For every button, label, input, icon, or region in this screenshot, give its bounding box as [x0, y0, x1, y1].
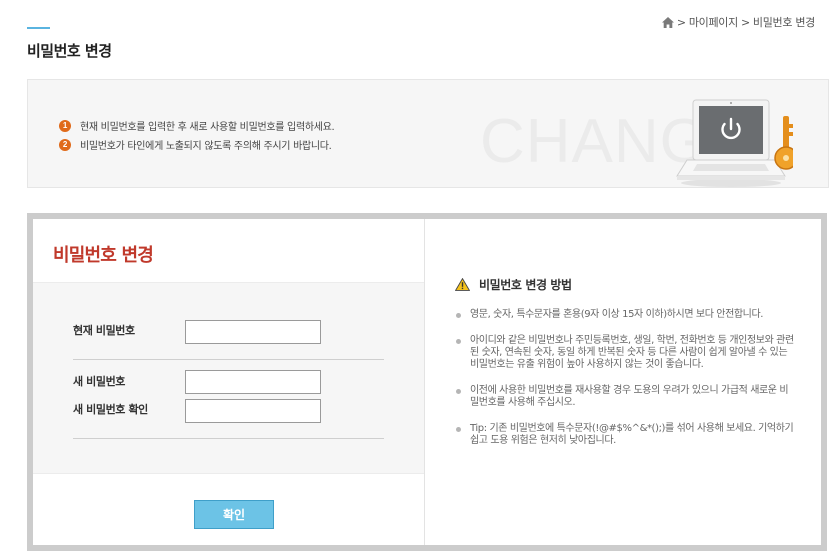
current-password-label: 현재 비밀번호 — [73, 324, 135, 337]
password-change-panel: 비밀번호 변경 현재 비밀번호 새 비밀번호 새 비밀번호 확인 확인 비밀번호… — [27, 213, 827, 551]
form-title: 비밀번호 변경 — [53, 245, 154, 266]
guide-item-text: Tip: 기존 비밀번호에 특수문자(!@#$%^&*();)를 섞어 사용해 … — [470, 423, 794, 446]
guide-item: 영문, 숫자, 특수문자를 혼용(9자 이상 15자 이하)하시면 보다 안전합… — [456, 309, 796, 321]
number-badge-icon: 1 — [59, 119, 71, 132]
guide-title: 비밀번호 변경 방법 — [455, 276, 572, 293]
laptop-lock-icon — [673, 94, 798, 193]
info-list: 1 현재 비밀번호를 입력한 후 새로 사용할 비밀번호를 입력하세요. 2 비… — [59, 116, 335, 154]
info-item: 2 비밀번호가 타인에게 노출되지 않도록 주의해 주시기 바랍니다. — [59, 135, 334, 154]
breadcrumb-item-current: 비밀번호 변경 — [752, 16, 815, 29]
guide-list: 영문, 숫자, 특수문자를 혼용(9자 이상 15자 이하)하시면 보다 안전합… — [456, 309, 796, 461]
password-guide: 비밀번호 변경 방법 영문, 숫자, 특수문자를 혼용(9자 이상 15자 이하… — [426, 219, 821, 545]
divider — [73, 359, 384, 360]
divider — [73, 438, 384, 439]
new-password-input[interactable] — [185, 370, 321, 394]
info-item: 1 현재 비밀번호를 입력한 후 새로 사용할 비밀번호를 입력하세요. — [59, 116, 335, 135]
breadcrumb: > 마이페이지 > 비밀번호 변경 — [661, 14, 815, 30]
bullet-icon — [456, 313, 461, 318]
breadcrumb-separator: > — [676, 15, 686, 29]
info-item-text: 비밀번호가 타인에게 노출되지 않도록 주의해 주시기 바랍니다. — [80, 141, 332, 152]
current-password-input[interactable] — [185, 320, 321, 344]
bullet-icon — [456, 427, 461, 432]
confirm-button[interactable]: 확인 — [194, 500, 274, 529]
title-accent-line — [27, 27, 50, 29]
home-icon[interactable] — [661, 16, 674, 28]
guide-item: 아이디와 같은 비밀번호나 주민등록번호, 생일, 학번, 전화번호 등 개인정… — [456, 335, 796, 371]
info-box: CHANGE 1 현재 비밀번호를 입력한 후 새로 사용할 비밀번호를 입력하… — [27, 79, 829, 188]
breadcrumb-item-mypage[interactable]: 마이페이지 — [689, 14, 738, 30]
bullet-icon — [456, 389, 461, 394]
form-header: 비밀번호 변경 — [33, 219, 424, 283]
guide-title-text: 비밀번호 변경 방법 — [479, 278, 572, 292]
warning-icon — [455, 278, 470, 291]
confirm-password-label: 새 비밀번호 확인 — [73, 403, 148, 416]
number-badge-icon: 2 — [59, 138, 71, 151]
bullet-icon — [456, 339, 461, 344]
confirm-password-input[interactable] — [185, 399, 321, 423]
guide-item-text: 이전에 사용한 비밀번호를 재사용할 경우 도용의 우려가 있으니 가급적 새로… — [470, 385, 789, 408]
info-item-text: 현재 비밀번호를 입력한 후 새로 사용할 비밀번호를 입력하세요. — [80, 122, 335, 133]
guide-item-text: 영문, 숫자, 특수문자를 혼용(9자 이상 15자 이하)하시면 보다 안전합… — [470, 309, 764, 320]
password-form: 비밀번호 변경 현재 비밀번호 새 비밀번호 새 비밀번호 확인 확인 — [33, 219, 425, 545]
breadcrumb-separator: > — [740, 15, 750, 29]
guide-item-text: 아이디와 같은 비밀번호나 주민등록번호, 생일, 학번, 전화번호 등 개인정… — [470, 335, 794, 370]
guide-item: 이전에 사용한 비밀번호를 재사용할 경우 도용의 우려가 있으니 가급적 새로… — [456, 385, 796, 409]
guide-item: Tip: 기존 비밀번호에 특수문자(!@#$%^&*();)를 섞어 사용해 … — [456, 423, 796, 447]
page-title: 비밀번호 변경 — [27, 42, 112, 60]
new-password-label: 새 비밀번호 — [73, 375, 126, 388]
